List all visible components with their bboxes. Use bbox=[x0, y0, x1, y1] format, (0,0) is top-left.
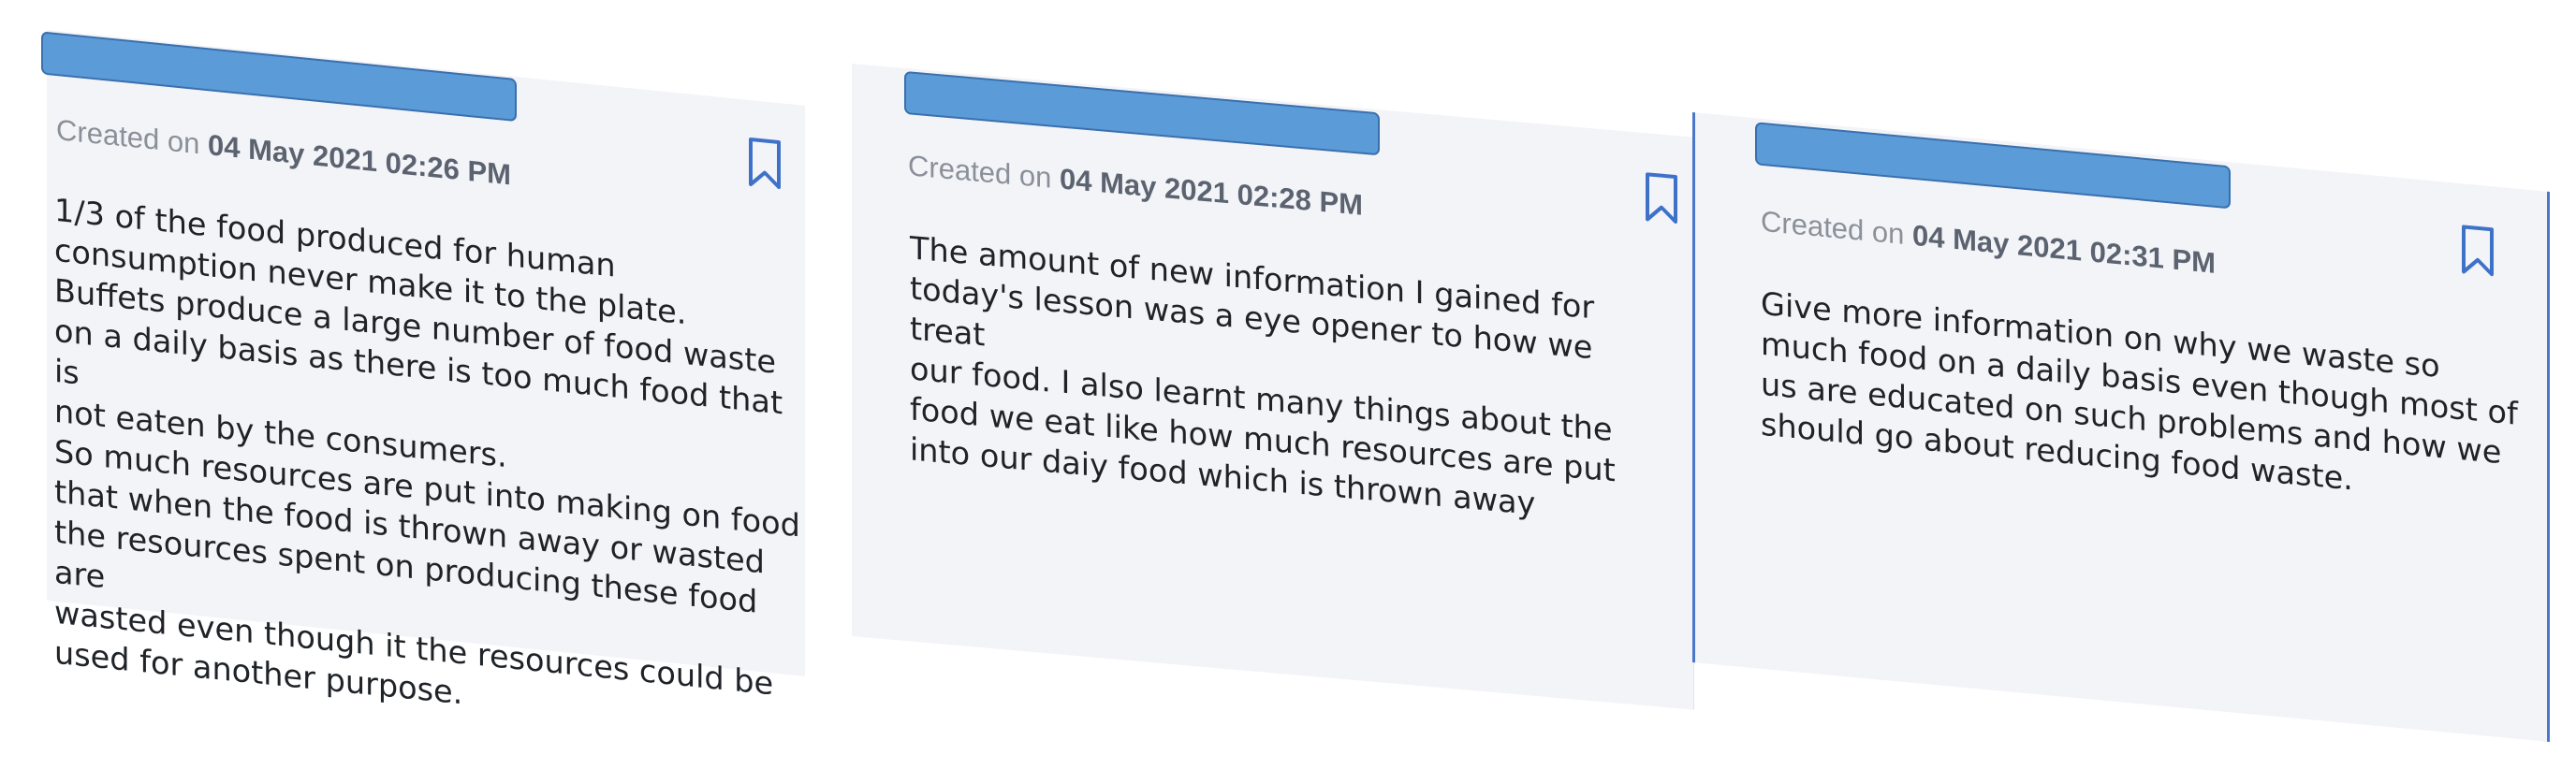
note-created: Created on 04 May 2021 02:28 PM bbox=[908, 149, 1363, 223]
bookmark-icon[interactable] bbox=[1644, 170, 1679, 225]
note-title-redacted bbox=[904, 70, 1380, 156]
note-card[interactable]: Created on 04 May 2021 02:26 PM 1/3 of t… bbox=[41, 30, 805, 711]
created-label: Created on bbox=[908, 149, 1052, 195]
note-title-redacted bbox=[1755, 122, 2231, 210]
note-body: 1/3 of the food produced for human consu… bbox=[54, 191, 800, 712]
note-card-selected[interactable]: Created on 04 May 2021 02:31 PM Give mor… bbox=[1692, 112, 2550, 742]
note-body: The amount of new information I gained f… bbox=[910, 229, 1616, 522]
created-label: Created on bbox=[56, 112, 200, 161]
bookmark-icon[interactable] bbox=[2460, 223, 2496, 279]
note-title-redacted bbox=[41, 31, 517, 123]
note-created: Created on 04 May 2021 02:26 PM bbox=[56, 113, 511, 193]
note-created: Created on 04 May 2021 02:31 PM bbox=[1761, 205, 2216, 281]
bookmark-icon[interactable] bbox=[747, 136, 783, 192]
created-date: 04 May 2021 02:28 PM bbox=[1060, 162, 1364, 222]
created-date: 04 May 2021 02:31 PM bbox=[1912, 218, 2217, 280]
created-date: 04 May 2021 02:26 PM bbox=[208, 128, 512, 192]
notes-board: Created on 04 May 2021 02:26 PM 1/3 of t… bbox=[0, 0, 2576, 784]
note-card[interactable]: Created on 04 May 2021 02:28 PM The amou… bbox=[852, 64, 1694, 710]
created-label: Created on bbox=[1761, 204, 1905, 252]
note-body: Give more information on why we waste so… bbox=[1761, 284, 2518, 498]
